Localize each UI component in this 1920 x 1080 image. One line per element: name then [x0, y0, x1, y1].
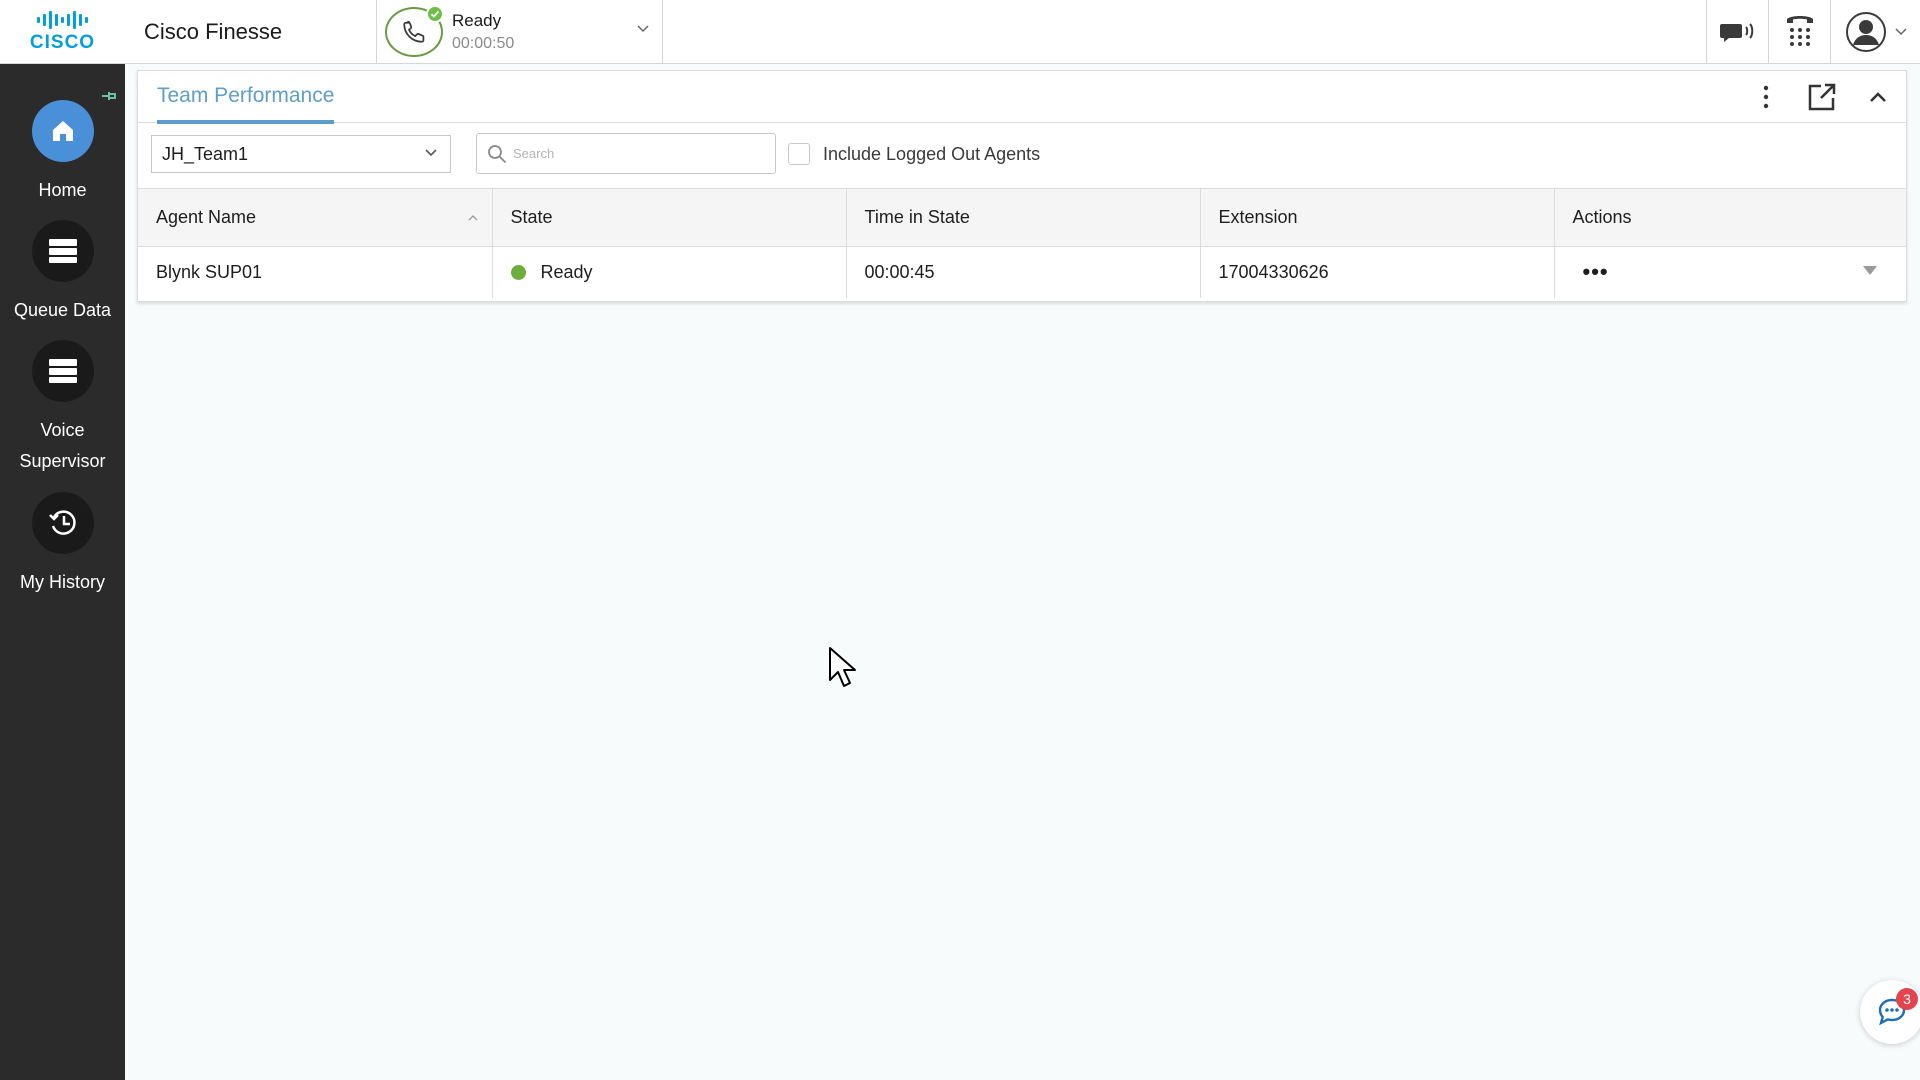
home-nav-circle	[31, 100, 94, 162]
support-chat-widget[interactable]: 3	[1860, 980, 1920, 1044]
dialpad-icon	[1786, 15, 1813, 46]
column-header-extension[interactable]: Extension	[1200, 189, 1555, 247]
voice-supervisor-nav-circle	[31, 340, 94, 402]
chevron-down-icon	[637, 25, 649, 33]
sidebar-item-queue-data[interactable]: Queue Data	[0, 220, 125, 326]
user-menu-button[interactable]	[1830, 0, 1920, 63]
collapse-button[interactable]	[1850, 91, 1906, 103]
search-icon	[488, 144, 507, 163]
chat-button[interactable]	[1706, 0, 1768, 63]
column-header-time-in-state[interactable]: Time in State	[846, 189, 1201, 247]
actions-cell: •••	[1554, 246, 1906, 298]
top-header: CISCO Cisco Finesse Ready 00:00:50	[0, 0, 1920, 64]
chevron-down-icon	[425, 149, 437, 157]
team-select[interactable]: JH_Team1	[151, 135, 451, 173]
kebab-menu-icon	[1763, 85, 1769, 109]
queue-data-icon	[48, 239, 77, 263]
agents-table: Agent Name State Time in State Extension…	[138, 189, 1906, 298]
home-icon	[52, 121, 73, 141]
agent-name-cell: Blynk SUP01	[138, 246, 493, 298]
sidebar: Home Queue Data Voice Supervisor My Hist…	[0, 64, 125, 1080]
user-avatar-icon	[1845, 11, 1886, 52]
gadget-toolbar: JH_Team1 Include Logged Out Agents	[138, 123, 1906, 189]
chevron-up-icon	[1870, 92, 1886, 102]
queue-data-nav-circle	[31, 220, 94, 282]
sort-ascending-icon	[468, 215, 477, 221]
notification-badge: 3	[1896, 988, 1918, 1010]
cisco-logo-text: CISCO	[29, 31, 96, 53]
column-header-label: Agent Name	[156, 206, 257, 227]
column-header-label: Time in State	[864, 206, 970, 227]
agent-state-timer: 00:00:50	[452, 34, 515, 52]
phone-state-indicator	[385, 4, 444, 57]
sidebar-item-home[interactable]: Home	[0, 100, 125, 206]
expand-row-icon[interactable]	[1862, 265, 1878, 276]
column-header-state[interactable]: State	[492, 189, 847, 247]
column-header-label: State	[510, 206, 553, 227]
tab-team-performance[interactable]: Team Performance	[157, 84, 335, 124]
more-actions-button[interactable]: •••	[1573, 259, 1609, 284]
cisco-logo-bars	[37, 10, 88, 30]
gadget-header: Team Performance	[138, 71, 1906, 124]
ready-check-icon	[426, 4, 444, 23]
history-icon	[48, 510, 76, 535]
table-header-row: Agent Name State Time in State Extension…	[138, 189, 1906, 247]
column-header-label: Actions	[1572, 206, 1632, 227]
cisco-logo: CISCO	[0, 0, 125, 63]
chevron-down-icon	[1894, 27, 1907, 35]
sidebar-item-voice-supervisor[interactable]: Voice Supervisor	[0, 340, 125, 477]
column-header-label: Extension	[1218, 206, 1298, 227]
mouse-cursor-icon	[829, 647, 856, 687]
agent-state-dropdown[interactable]: Ready 00:00:50	[376, 0, 663, 63]
sidebar-item-label: Voice Supervisor	[19, 420, 106, 471]
team-performance-gadget: Team Performance JH_Team1 Include Logged…	[137, 70, 1907, 302]
phone-icon	[403, 20, 425, 43]
sidebar-item-label: My History	[20, 572, 105, 592]
app-title: Cisco Finesse	[144, 18, 283, 44]
sidebar-item-label: Home	[38, 180, 87, 200]
sidebar-item-my-history[interactable]: My History	[0, 492, 125, 598]
more-options-button[interactable]	[1738, 85, 1794, 109]
voice-supervisor-icon	[48, 359, 77, 383]
search-box[interactable]	[476, 133, 776, 174]
include-logged-out-checkbox[interactable]	[788, 143, 810, 165]
team-select-value: JH_Team1	[162, 143, 249, 164]
time-in-state-cell: 00:00:45	[846, 246, 1201, 298]
state-cell: Ready	[492, 246, 847, 298]
include-logged-out-toggle[interactable]: Include Logged Out Agents	[788, 143, 1040, 165]
state-label: Ready	[540, 261, 593, 282]
agent-state-label: Ready	[452, 10, 502, 30]
sidebar-item-label: Queue Data	[13, 300, 112, 320]
dialpad-button[interactable]	[1768, 0, 1830, 63]
history-nav-circle	[31, 492, 94, 554]
table-row[interactable]: Blynk SUP01 Ready 00:00:45 17004330626 •…	[138, 246, 1906, 298]
column-header-actions: Actions	[1554, 189, 1906, 247]
include-logged-out-label: Include Logged Out Agents	[823, 143, 1041, 164]
search-input[interactable]	[513, 146, 763, 161]
chat-icon	[1719, 22, 1753, 42]
external-link-icon	[1808, 83, 1836, 111]
popout-button[interactable]	[1794, 82, 1850, 112]
extension-cell: 17004330626	[1200, 246, 1555, 298]
ready-status-dot	[510, 264, 526, 280]
column-header-agent-name[interactable]: Agent Name	[138, 189, 493, 247]
